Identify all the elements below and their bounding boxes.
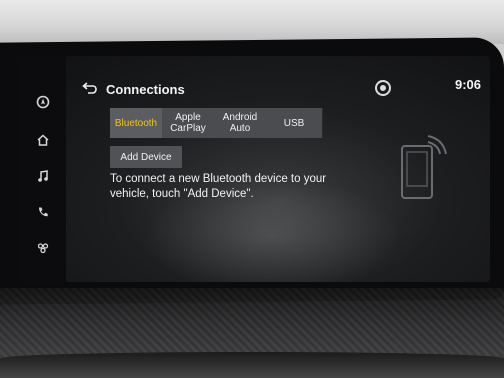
apps-icon[interactable] <box>32 240 54 262</box>
tab-usb[interactable]: USB <box>266 108 323 138</box>
navigation-icon[interactable] <box>32 94 54 116</box>
page-title: Connections <box>106 82 185 97</box>
tab-apple-carplay[interactable]: Apple CarPlay <box>162 108 215 138</box>
back-arrow-icon[interactable] <box>82 81 98 99</box>
connection-status-icon <box>375 80 391 96</box>
infotainment-screen: Connections 9:06 Bluetooth Apple CarPlay… <box>22 56 490 282</box>
add-device-button[interactable]: Add Device <box>110 146 182 168</box>
clock: 9:06 <box>455 77 482 92</box>
lower-trim <box>0 352 504 378</box>
phone-icon[interactable] <box>32 204 54 226</box>
instructions-text: To connect a new Bluetooth device to you… <box>110 173 327 200</box>
tab-android-auto[interactable]: Android Auto <box>214 108 267 138</box>
phone-bluetooth-icon <box>398 132 450 202</box>
side-nav <box>22 56 66 282</box>
music-icon[interactable] <box>32 168 54 190</box>
home-icon[interactable] <box>32 132 54 154</box>
tab-bluetooth[interactable]: Bluetooth <box>110 108 163 138</box>
